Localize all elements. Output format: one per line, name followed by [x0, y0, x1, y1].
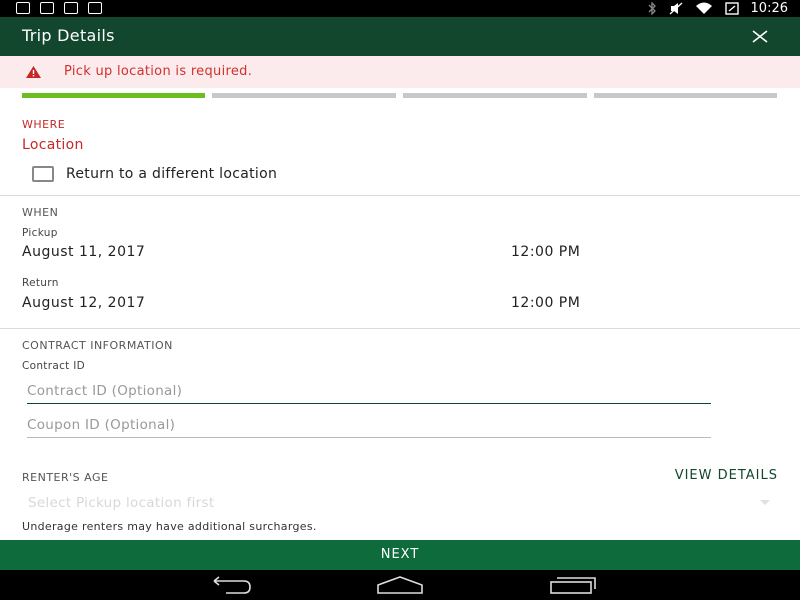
- chevron-down-icon: [760, 500, 770, 505]
- bluetooth-icon: [648, 2, 656, 15]
- return-different-location-checkbox[interactable]: [32, 166, 54, 182]
- return-date[interactable]: August 12, 2017: [22, 295, 145, 311]
- divider: [0, 328, 800, 329]
- error-banner: Pick up location is required.: [0, 56, 800, 88]
- mute-icon: [669, 2, 682, 15]
- pickup-time[interactable]: 12:00 PM: [511, 244, 580, 260]
- notification-icons: [16, 2, 102, 14]
- return-label: Return: [22, 277, 59, 289]
- wifi-icon: [695, 2, 712, 14]
- download-icon: [16, 2, 30, 14]
- warning-icon: [26, 66, 41, 78]
- page-title: Trip Details: [22, 26, 115, 45]
- progress-step-3: [403, 93, 587, 98]
- coupon-id-input[interactable]: Coupon ID (Optional): [27, 417, 711, 438]
- status-bar: 10:26: [0, 0, 800, 17]
- pickup-label: Pickup: [22, 227, 58, 239]
- renter-age-select[interactable]: Select Pickup location first: [28, 495, 778, 511]
- printer-icon: [64, 2, 78, 14]
- return-different-location-row[interactable]: Return to a different location: [32, 166, 277, 182]
- progress-step-4: [594, 93, 777, 98]
- app-bar: Trip Details: [0, 17, 800, 56]
- back-icon[interactable]: [206, 575, 252, 595]
- system-nav-bar: [0, 570, 800, 600]
- progress-step-2: [212, 93, 396, 98]
- contract-id-input[interactable]: Contract ID (Optional): [27, 383, 711, 404]
- progress-step-1: [22, 93, 205, 98]
- gamepad-icon: [40, 2, 54, 14]
- contract-id-label: Contract ID: [22, 360, 85, 372]
- return-time[interactable]: 12:00 PM: [511, 295, 580, 311]
- divider: [0, 195, 800, 196]
- home-icon[interactable]: [376, 575, 424, 595]
- underage-note: Underage renters may have additional sur…: [22, 520, 317, 533]
- where-section-label: WHERE: [22, 118, 66, 131]
- recent-apps-icon[interactable]: [549, 575, 597, 595]
- clock: 10:26: [750, 1, 788, 16]
- view-details-link[interactable]: VIEW DETAILS: [675, 468, 778, 483]
- renter-age-section-label: RENTER'S AGE: [22, 471, 109, 484]
- return-different-location-label: Return to a different location: [66, 166, 278, 182]
- contract-section-label: CONTRACT INFORMATION: [22, 339, 173, 352]
- when-section-label: WHEN: [22, 206, 59, 219]
- error-message: Pick up location is required.: [64, 64, 253, 79]
- barcode-icon: [88, 2, 102, 14]
- location-field[interactable]: Location: [22, 137, 84, 153]
- pickup-date[interactable]: August 11, 2017: [22, 244, 145, 260]
- close-icon[interactable]: [750, 27, 770, 47]
- next-button[interactable]: NEXT: [0, 540, 800, 570]
- battery-icon: [724, 2, 739, 15]
